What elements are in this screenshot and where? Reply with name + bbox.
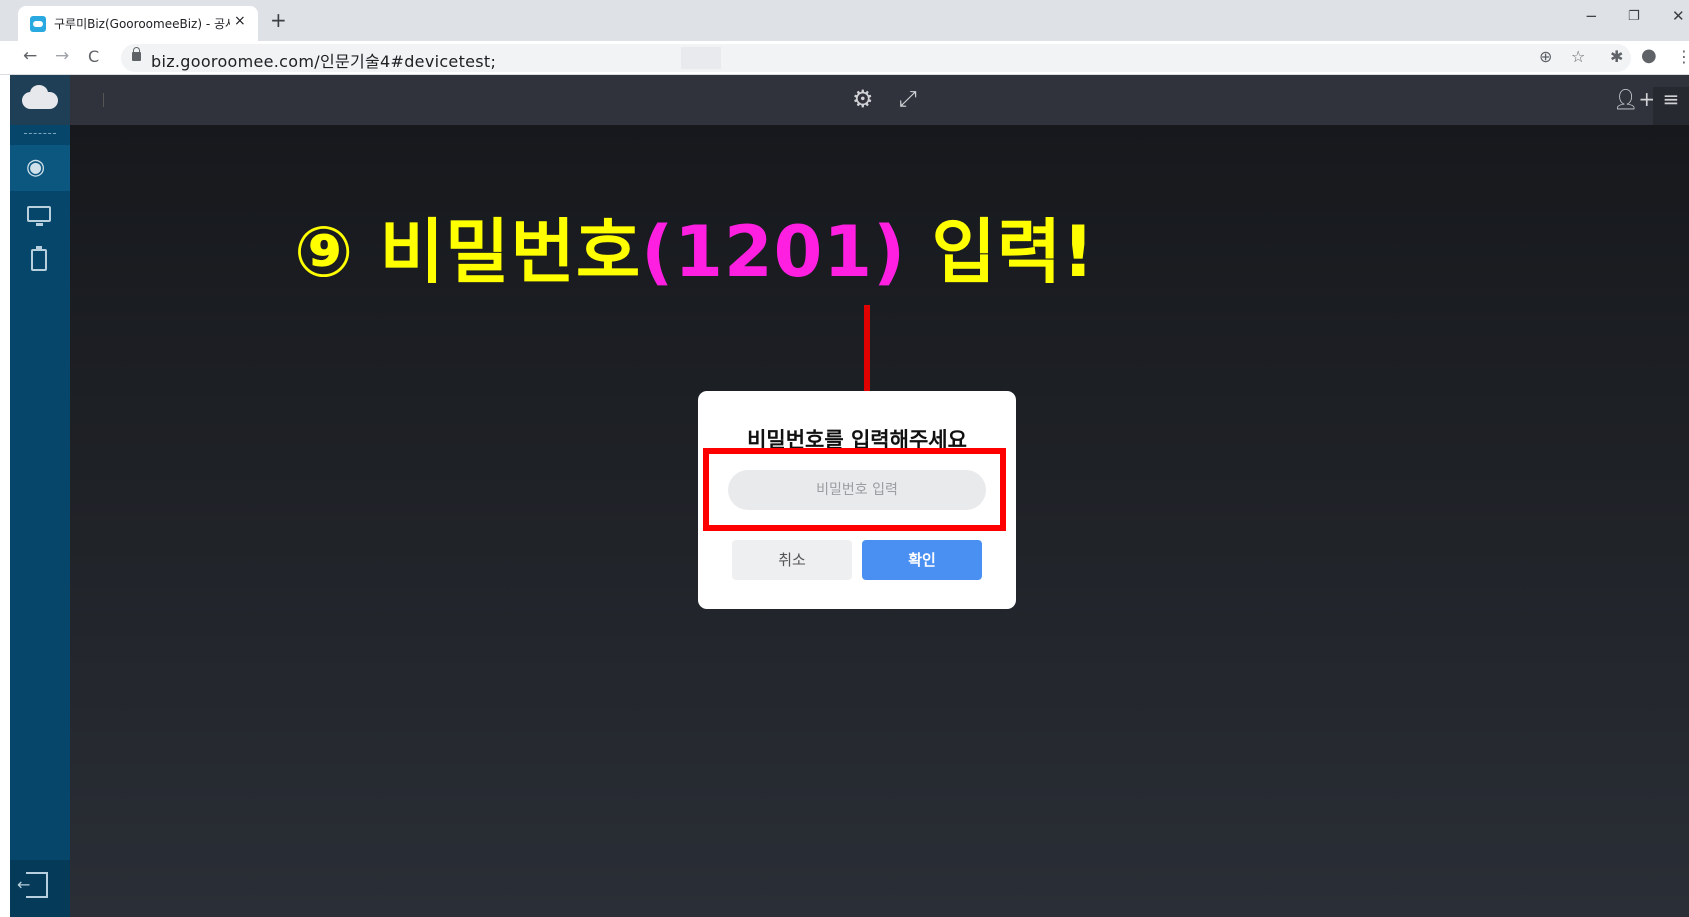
profile-icon[interactable]: ● [1641,45,1657,66]
tab-title: 구루미Biz(GooroomeeBiz) - 공사 [54,17,230,31]
sidebar-item-screen[interactable] [10,191,70,237]
back-icon[interactable]: ← [23,46,37,66]
exit-icon [17,872,48,898]
menu-icon[interactable]: ≡ [1653,87,1689,125]
screenshot-root: { "browser": { "tab_title": "구루미Biz(Goor… [0,0,1689,917]
confirm-button[interactable]: 확인 [862,540,982,580]
annotation-title: ⑨ 비밀번호(1201) 입력! [294,196,1095,297]
url-text[interactable]: biz.gooroomee.com/인문기술4#devicetest; [151,48,496,72]
browser-tab[interactable]: 구루미Biz(GooroomeeBiz) - 공사 × [18,6,258,41]
profile-icon: ◉ [26,155,46,180]
sidebar: ◉ [10,125,70,917]
tab-close-icon[interactable]: × [234,13,246,29]
gooroomee-favicon-icon [30,16,46,32]
new-tab-button[interactable]: + [270,8,287,32]
restore-icon[interactable]: ❐ [1628,9,1640,24]
app-header: ⚙ ⤢ 👤︎+ ≡ [10,75,1689,125]
header-divider [103,93,104,107]
extensions-icon[interactable]: ✱ [1610,47,1623,66]
fullscreen-icon[interactable]: ⤢ [899,87,917,112]
sidebar-item-notes[interactable] [10,239,70,285]
app-logo[interactable] [10,75,70,125]
reload-icon[interactable]: C [88,47,99,66]
annotation-text-code: (1201) [641,211,907,293]
monitor-icon [27,206,51,226]
sidebar-divider [24,133,56,134]
cancel-button[interactable]: 취소 [732,540,852,580]
bookmark-star-icon[interactable]: ☆ [1571,47,1585,66]
lock-icon[interactable] [132,47,141,61]
sidebar-item-profile[interactable]: ◉ [10,145,70,191]
annotation-text-enter: 입력! [931,211,1096,293]
browser-toolbar: ← → C biz.gooroomee.com/인문기술4#devicetest… [0,41,1689,75]
forward-icon[interactable]: → [55,46,69,66]
annotation-text-password: 비밀번호 [379,211,642,293]
browser-tabstrip: 구루미Biz(GooroomeeBiz) - 공사 × + − ❐ ✕ [0,0,1689,41]
address-bar[interactable]: biz.gooroomee.com/인문기술4#devicetest; [121,44,1631,72]
annotation-highlight-box [703,448,1006,531]
add-user-icon[interactable]: 👤︎+ [1613,87,1655,111]
zoom-icon[interactable]: ⊕ [1539,47,1552,66]
settings-icon[interactable]: ⚙ [852,85,874,113]
annotation-step-number: ⑨ [294,211,355,293]
minimize-icon[interactable]: − [1585,7,1598,25]
browser-menu-icon[interactable]: ⋮ [1676,47,1689,66]
window-close-icon[interactable]: ✕ [1672,7,1685,25]
exit-button[interactable] [10,860,70,917]
clipboard-icon [31,246,47,271]
cloud-logo-icon [22,85,58,109]
url-selection-highlight [681,47,721,69]
